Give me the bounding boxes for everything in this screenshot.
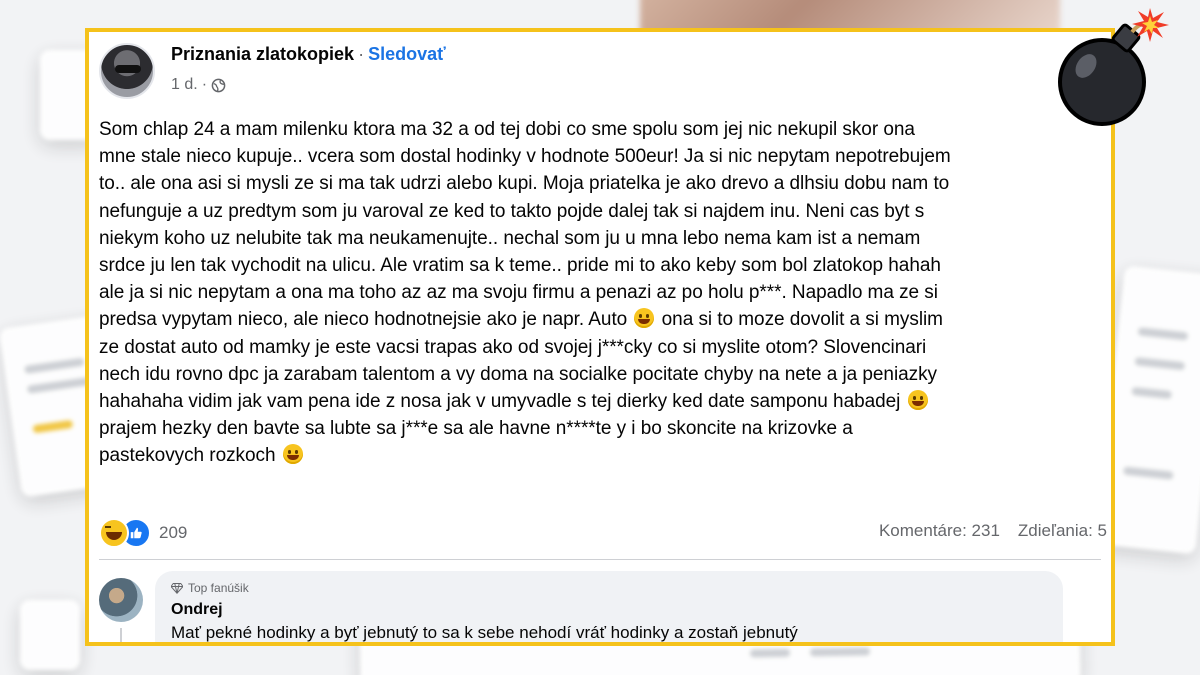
post-body-part-3: prajem hezky den bavte sa lubte sa j***e… [99,418,853,467]
badge-label: Top fanúšik [188,581,249,595]
reaction-count: 209 [159,523,188,542]
facebook-post: Priznania zlatokopiek · Sledovať 1 d. · So… [85,28,1115,646]
post-stats: Komentáre: 231 Zdieľania: 5 [879,521,1107,541]
post-meta: 1 d. · [171,76,226,94]
follow-button[interactable]: Sledovať [368,44,446,64]
reactions-summary[interactable]: 209 [99,518,187,548]
comments-count-link[interactable]: Komentáre: 231 [879,521,1000,541]
comment-author[interactable]: Ondrej [171,601,1047,619]
comment-text: Mať pekné hodinky a byť jebnutý to sa k … [171,623,798,642]
divider [99,559,1101,560]
meta-separator: · [201,76,208,93]
smiley-emoji [282,444,303,465]
post-body: Som chlap 24 a mam milenku ktora ma 32 a… [99,116,1109,470]
comment-bubble: Top fanúšik Ondrej Mať pekné hodinky a b… [155,571,1063,642]
diamond-icon [171,583,183,594]
page-name-link[interactable]: Priznania zlatokopiek [171,44,354,64]
smiley-emoji [634,308,655,329]
avatar-sunglasses [115,65,141,73]
bomb-icon [1058,8,1169,126]
post-header: Priznania zlatokopiek · Sledovať [171,44,446,65]
smiley-emoji [907,390,928,411]
top-fan-badge: Top fanúšik [171,581,1047,595]
page-avatar[interactable] [99,43,155,99]
post-body-part-1: Som chlap 24 a mam milenku ktora ma 32 a… [99,119,951,331]
globe-icon [211,78,226,92]
haha-reaction-icon [99,518,129,548]
shares-count-link[interactable]: Zdieľania: 5 [1018,521,1107,541]
post-timestamp[interactable]: 1 d. [171,76,198,94]
commenter-avatar[interactable] [99,578,143,622]
comment-thread-line [120,628,122,642]
header-separator: · [358,44,365,64]
background-card-bottom-left [20,600,80,670]
